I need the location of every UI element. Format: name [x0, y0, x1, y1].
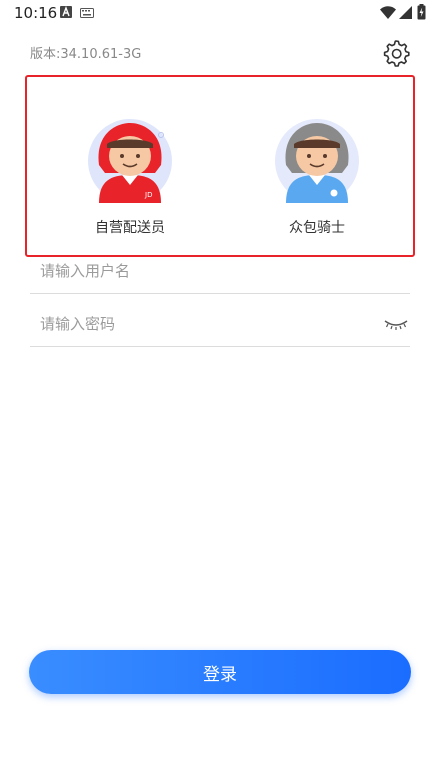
battery-charging-icon	[417, 4, 426, 20]
role-self-operated-courier[interactable]: JD 自营配送员	[65, 113, 195, 243]
role-label-crowd-rider: 众包骑士	[289, 220, 345, 236]
status-time: 10:16	[14, 4, 58, 22]
role-label-self-operated: 自营配送员	[95, 220, 165, 236]
password-input[interactable]	[40, 311, 370, 337]
notification-a-icon	[60, 6, 72, 18]
signal-icon	[399, 6, 412, 19]
rider-avatar-icon	[275, 119, 359, 203]
role-selection-box: JD 自营配送员 众包骑士	[25, 75, 415, 257]
courier-avatar-icon: JD	[88, 119, 172, 203]
username-input[interactable]	[40, 258, 370, 284]
version-label: 版本:34.10.61-3G	[30, 47, 142, 62]
login-button[interactable]: 登录	[29, 650, 411, 694]
status-bar: 10:16	[0, 0, 440, 26]
gear-icon[interactable]	[382, 39, 410, 67]
wifi-icon	[380, 6, 396, 19]
password-field-row	[30, 301, 410, 347]
role-crowd-rider[interactable]: 众包骑士	[252, 113, 382, 243]
keyboard-icon	[80, 8, 94, 18]
svg-text:JD: JD	[144, 191, 152, 199]
username-field-row	[30, 248, 410, 294]
eye-closed-icon[interactable]	[384, 317, 408, 331]
